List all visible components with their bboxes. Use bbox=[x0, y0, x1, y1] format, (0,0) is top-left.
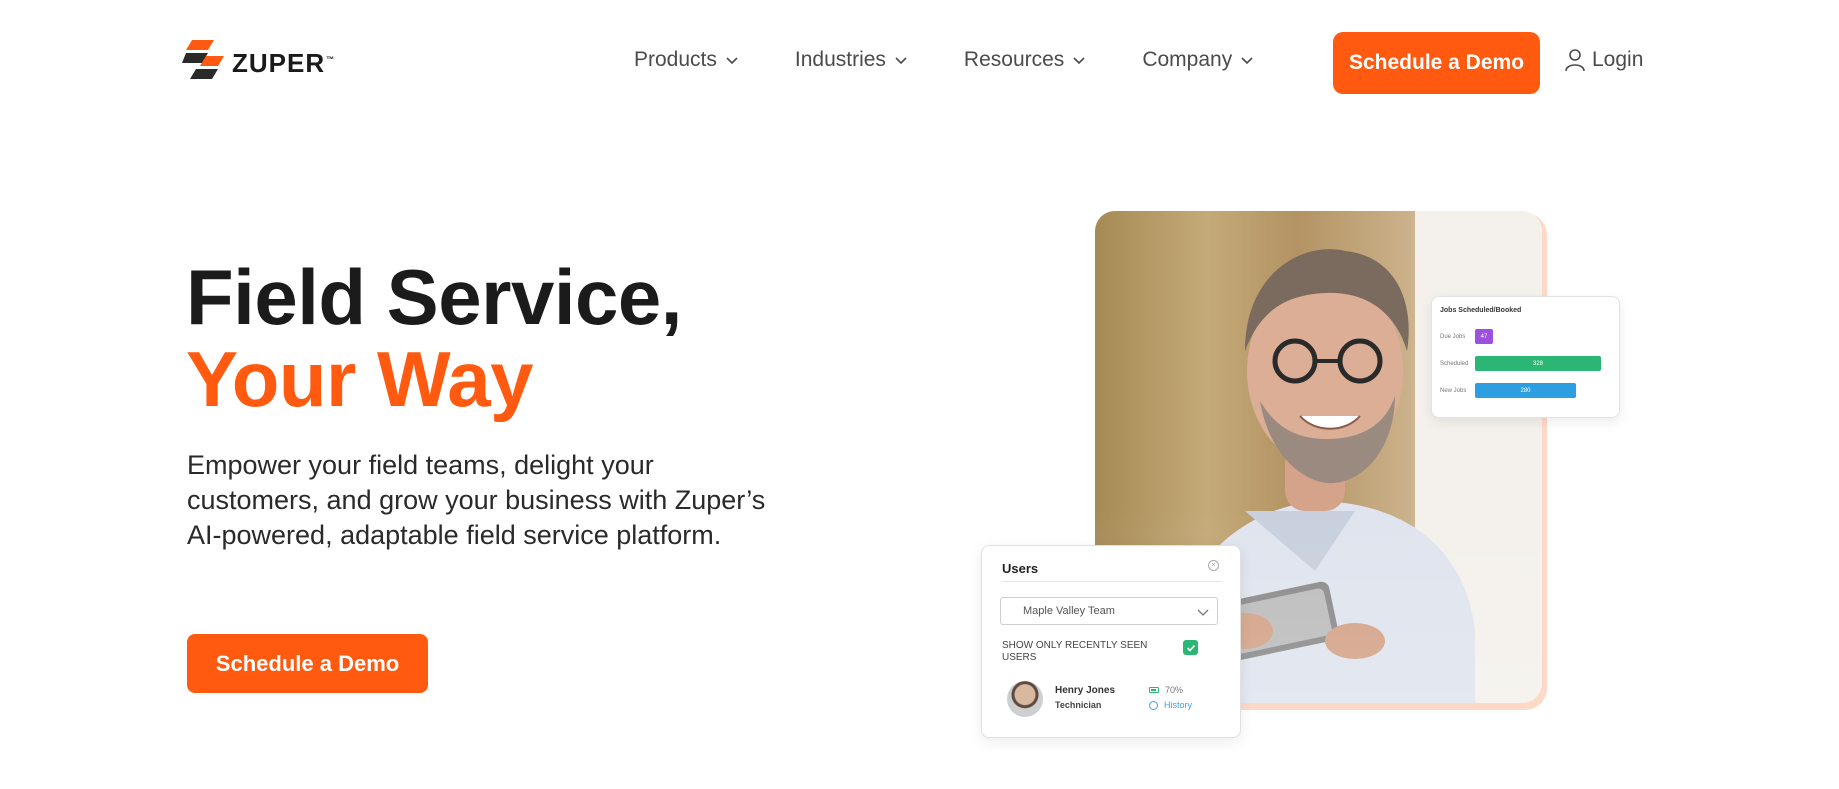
team-select[interactable]: Maple Valley Team bbox=[1000, 597, 1218, 625]
user-icon bbox=[1565, 49, 1585, 72]
check-icon bbox=[1186, 644, 1195, 652]
logo-text: ZUPER™ bbox=[232, 47, 336, 78]
chevron-down-icon bbox=[1073, 57, 1085, 65]
user-role: Technician bbox=[1055, 700, 1102, 710]
user-history-link[interactable]: History bbox=[1149, 700, 1192, 710]
recent-users-checkbox[interactable] bbox=[1183, 640, 1198, 655]
chevron-down-icon bbox=[726, 57, 738, 65]
jobs-row-label: Due Jobs bbox=[1440, 334, 1466, 340]
users-card-title: Users bbox=[1002, 561, 1039, 576]
chevron-down-icon bbox=[895, 57, 907, 65]
nav-company[interactable]: Company bbox=[1142, 48, 1254, 72]
site-header: ZUPER™ Products Industries Resources Com… bbox=[0, 0, 1839, 110]
team-select-value: Maple Valley Team bbox=[1023, 605, 1115, 617]
jobs-row-label: New Jobs bbox=[1440, 388, 1467, 394]
divider bbox=[1002, 581, 1222, 582]
nav-industries-label: Industries bbox=[794, 48, 886, 71]
zuper-logo-icon bbox=[182, 40, 224, 79]
jobs-row-label: Scheduled bbox=[1440, 361, 1469, 367]
nav-company-label: Company bbox=[1142, 48, 1233, 71]
nav-industries[interactable]: Industries bbox=[795, 48, 908, 72]
jobs-card-title: Jobs Scheduled/Booked bbox=[1440, 307, 1522, 314]
schedule-demo-hero-button[interactable]: Schedule a Demo bbox=[187, 634, 428, 693]
schedule-demo-header-button[interactable]: Schedule a Demo bbox=[1333, 32, 1540, 94]
hero-title-line1: Field Service, bbox=[186, 253, 682, 341]
jobs-bar-new: 280 bbox=[1475, 383, 1576, 398]
jobs-bar-scheduled: 328 bbox=[1475, 356, 1601, 371]
chevron-down-icon bbox=[1241, 57, 1253, 65]
user-name: Henry Jones bbox=[1055, 685, 1116, 696]
nav-resources-label: Resources bbox=[963, 48, 1065, 71]
close-icon[interactable]: × bbox=[1208, 560, 1219, 571]
login-link[interactable]: Login bbox=[1564, 48, 1643, 72]
users-card: Users × Maple Valley Team SHOW ONLY RECE… bbox=[981, 545, 1241, 738]
chevron-down-icon bbox=[1197, 609, 1209, 616]
battery-value: 70% bbox=[1165, 685, 1184, 695]
jobs-scheduled-card: Jobs Scheduled/Booked Due Jobs 47 Schedu… bbox=[1431, 296, 1620, 418]
login-label: Login bbox=[1592, 48, 1644, 71]
main-nav: Products Industries Resources Company bbox=[634, 48, 1310, 72]
nav-products-label: Products bbox=[634, 48, 717, 71]
hero-title-line2: Your Way bbox=[186, 335, 534, 423]
nav-products[interactable]: Products bbox=[634, 48, 739, 72]
logo[interactable]: ZUPER™ bbox=[182, 40, 335, 86]
user-battery: 70% bbox=[1149, 685, 1183, 695]
jobs-bar-due: 47 bbox=[1475, 329, 1493, 344]
hero-title: Field Service, Your Way bbox=[186, 256, 682, 420]
avatar bbox=[1007, 681, 1043, 717]
hero-subtitle: Empower your field teams, delight your c… bbox=[187, 450, 766, 550]
history-label: History bbox=[1164, 700, 1193, 710]
clock-icon bbox=[1149, 700, 1158, 710]
recent-users-label: SHOW ONLY RECENTLY SEEN USERS bbox=[1002, 640, 1148, 663]
nav-resources[interactable]: Resources bbox=[964, 48, 1086, 72]
battery-icon bbox=[1149, 687, 1159, 693]
